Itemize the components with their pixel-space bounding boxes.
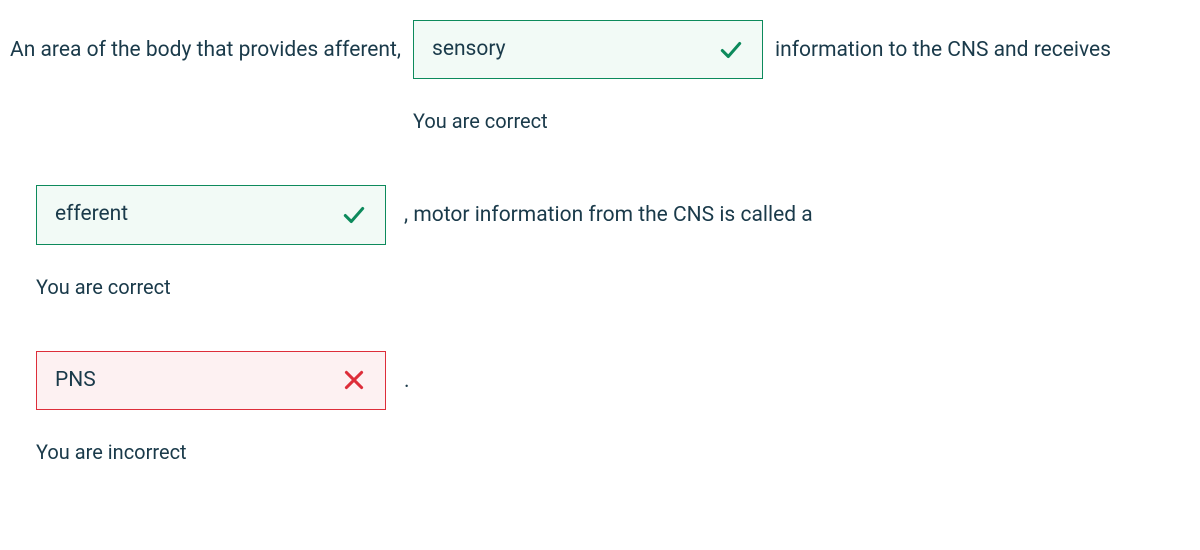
check-icon bbox=[718, 37, 744, 63]
fill-in-blank-question: An area of the body that provides affere… bbox=[10, 20, 1190, 466]
answer-value: efferent bbox=[55, 200, 128, 229]
answer-box-sensory[interactable]: sensory bbox=[413, 20, 763, 79]
answer-wrapper-3: PNS You are incorrect bbox=[36, 351, 386, 466]
x-icon bbox=[341, 367, 367, 393]
check-icon bbox=[341, 202, 367, 228]
answer-box-efferent[interactable]: efferent bbox=[36, 185, 386, 244]
question-row-2: efferent You are correct , motor informa… bbox=[10, 185, 1190, 300]
feedback-text: You are correct bbox=[413, 107, 763, 135]
question-text-segment: information to the CNS and receives bbox=[775, 20, 1111, 81]
question-row-1: An area of the body that provides affere… bbox=[10, 20, 1190, 135]
answer-box-pns[interactable]: PNS bbox=[36, 351, 386, 410]
feedback-text: You are correct bbox=[36, 273, 386, 301]
feedback-text: You are incorrect bbox=[36, 438, 386, 466]
answer-value: sensory bbox=[432, 35, 506, 64]
answer-wrapper-1: sensory You are correct bbox=[413, 20, 763, 135]
question-text-segment: An area of the body that provides affere… bbox=[10, 20, 401, 81]
answer-wrapper-2: efferent You are correct bbox=[36, 185, 386, 300]
question-row-3: PNS You are incorrect . bbox=[10, 351, 1190, 466]
answer-value: PNS bbox=[55, 366, 96, 395]
question-text-segment: . bbox=[398, 351, 410, 412]
question-text-segment: , motor information from the CNS is call… bbox=[398, 185, 813, 246]
